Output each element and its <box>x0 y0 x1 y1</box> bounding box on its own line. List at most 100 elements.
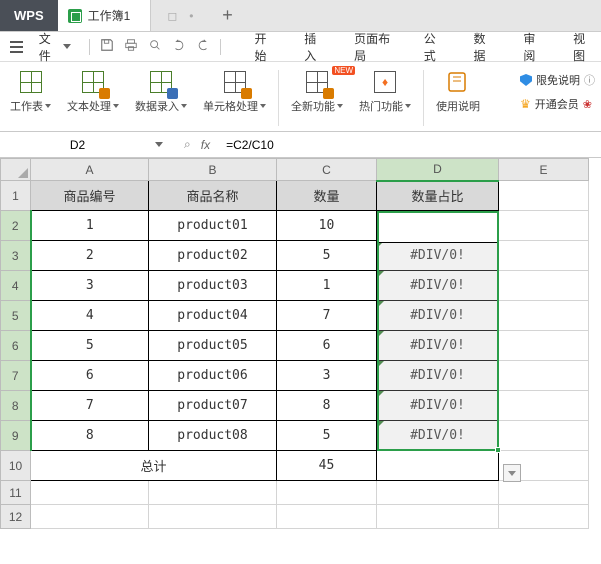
cell-D3[interactable]: #DIV/0! <box>377 241 499 271</box>
row-header-3[interactable]: 3 <box>1 241 31 271</box>
cell-E8[interactable] <box>499 391 589 421</box>
ribbon-text-processing[interactable]: 文本处理 <box>59 66 127 116</box>
ribbon-help[interactable]: 使用说明 <box>428 66 488 116</box>
tab-data[interactable]: 数据 <box>472 26 496 68</box>
cell-B9[interactable]: product08 <box>149 421 277 451</box>
cell-D8[interactable]: #DIV/0! <box>377 391 499 421</box>
row-header-10[interactable]: 10 <box>1 451 31 481</box>
cell-A8[interactable]: 7 <box>31 391 149 421</box>
row-header-7[interactable]: 7 <box>1 361 31 391</box>
formula-input[interactable] <box>220 138 601 152</box>
cell-C10[interactable]: 45 <box>277 451 377 481</box>
cell-A7[interactable]: 6 <box>31 361 149 391</box>
hamburger-icon[interactable] <box>6 36 27 58</box>
row-header-8[interactable]: 8 <box>1 391 31 421</box>
ribbon-data-entry[interactable]: 数据录入 <box>127 66 195 116</box>
print-icon[interactable] <box>124 38 138 55</box>
cell-E12[interactable] <box>499 505 589 529</box>
col-header-D[interactable]: D <box>377 159 499 181</box>
autofill-options-button[interactable] <box>503 464 521 482</box>
ribbon-worksheet[interactable]: 工作表 <box>2 66 59 116</box>
cell-A1[interactable]: 商品编号 <box>31 181 149 211</box>
cell-A6[interactable]: 5 <box>31 331 149 361</box>
cell-A3[interactable]: 2 <box>31 241 149 271</box>
free-info-link[interactable]: 限免说明ⓘ <box>520 72 595 88</box>
cell-A5[interactable]: 4 <box>31 301 149 331</box>
vip-link[interactable]: ♛开通会员❀ <box>520 96 595 112</box>
cell-D4[interactable]: #DIV/0! <box>377 271 499 301</box>
cell-A10-B10-total[interactable]: 总计 <box>31 451 277 481</box>
cell-A12[interactable] <box>31 505 149 529</box>
cell-C11[interactable] <box>277 481 377 505</box>
help-icon[interactable]: ⓘ <box>584 72 595 88</box>
row-header-2[interactable]: 2 <box>1 211 31 241</box>
cell-E4[interactable] <box>499 271 589 301</box>
cell-C12[interactable] <box>277 505 377 529</box>
cell-A9[interactable]: 8 <box>31 421 149 451</box>
cell-B7[interactable]: product06 <box>149 361 277 391</box>
cell-D12[interactable] <box>377 505 499 529</box>
cell-B1[interactable]: 商品名称 <box>149 181 277 211</box>
cell-D5[interactable]: #DIV/0! <box>377 301 499 331</box>
cell-E5[interactable] <box>499 301 589 331</box>
cell-E1[interactable] <box>499 181 589 211</box>
cell-B5[interactable]: product04 <box>149 301 277 331</box>
cell-B4[interactable]: product03 <box>149 271 277 301</box>
undo-icon[interactable] <box>172 38 186 55</box>
cell-A4[interactable]: 3 <box>31 271 149 301</box>
row-header-4[interactable]: 4 <box>1 271 31 301</box>
cell-C7[interactable]: 3 <box>277 361 377 391</box>
file-menu[interactable]: 文件 <box>31 26 79 68</box>
redo-icon[interactable] <box>196 38 210 55</box>
cell-D2[interactable]: 22.22% <box>377 211 499 241</box>
cell-E9[interactable] <box>499 421 589 451</box>
cell-B6[interactable]: product05 <box>149 331 277 361</box>
cell-C9[interactable]: 5 <box>277 421 377 451</box>
zoom-icon[interactable]: ⌕ <box>184 137 191 152</box>
row-header-11[interactable]: 11 <box>1 481 31 505</box>
preview-icon[interactable] <box>148 38 162 55</box>
col-header-B[interactable]: B <box>149 159 277 181</box>
cell-C2[interactable]: 10 <box>277 211 377 241</box>
tab-pagelayout[interactable]: 页面布局 <box>352 26 396 68</box>
cell-B8[interactable]: product07 <box>149 391 277 421</box>
name-box[interactable] <box>0 132 124 157</box>
tab-review[interactable]: 审阅 <box>521 26 545 68</box>
cell-E2[interactable] <box>499 211 589 241</box>
row-header-6[interactable]: 6 <box>1 331 31 361</box>
cell-A2[interactable]: 1 <box>31 211 149 241</box>
select-all-corner[interactable] <box>1 159 31 181</box>
cell-D1[interactable]: 数量占比 <box>377 181 499 211</box>
cell-E6[interactable] <box>499 331 589 361</box>
fx-icon[interactable]: fx <box>201 138 210 152</box>
cell-C1[interactable]: 数量 <box>277 181 377 211</box>
cell-B3[interactable]: product02 <box>149 241 277 271</box>
tab-home[interactable]: 开始 <box>252 26 276 68</box>
new-tab-button[interactable]: + <box>209 0 245 31</box>
tab-formula[interactable]: 公式 <box>422 26 446 68</box>
col-header-C[interactable]: C <box>277 159 377 181</box>
cell-E3[interactable] <box>499 241 589 271</box>
row-header-12[interactable]: 12 <box>1 505 31 529</box>
row-header-1[interactable]: 1 <box>1 181 31 211</box>
save-icon[interactable] <box>100 38 114 55</box>
cell-C5[interactable]: 7 <box>277 301 377 331</box>
cell-C6[interactable]: 6 <box>277 331 377 361</box>
cell-C4[interactable]: 1 <box>277 271 377 301</box>
tab-insert[interactable]: 插入 <box>302 26 326 68</box>
cell-D6[interactable]: #DIV/0! <box>377 331 499 361</box>
presentation-icon[interactable]: ◻ <box>167 9 177 23</box>
cell-D7[interactable]: #DIV/0! <box>377 361 499 391</box>
ribbon-cell-processing[interactable]: 单元格处理 <box>195 66 274 116</box>
row-header-5[interactable]: 5 <box>1 301 31 331</box>
cell-C8[interactable]: 8 <box>277 391 377 421</box>
cell-B12[interactable] <box>149 505 277 529</box>
cell-E7[interactable] <box>499 361 589 391</box>
ribbon-all-new[interactable]: NEW 全新功能 <box>283 66 351 116</box>
cell-E11[interactable] <box>499 481 589 505</box>
cell-D9[interactable]: #DIV/0! <box>377 421 499 451</box>
dot-icon[interactable]: • <box>189 9 193 23</box>
cell-D10[interactable] <box>377 451 499 481</box>
cell-A11[interactable] <box>31 481 149 505</box>
gift-icon[interactable]: ❀ <box>583 98 592 111</box>
